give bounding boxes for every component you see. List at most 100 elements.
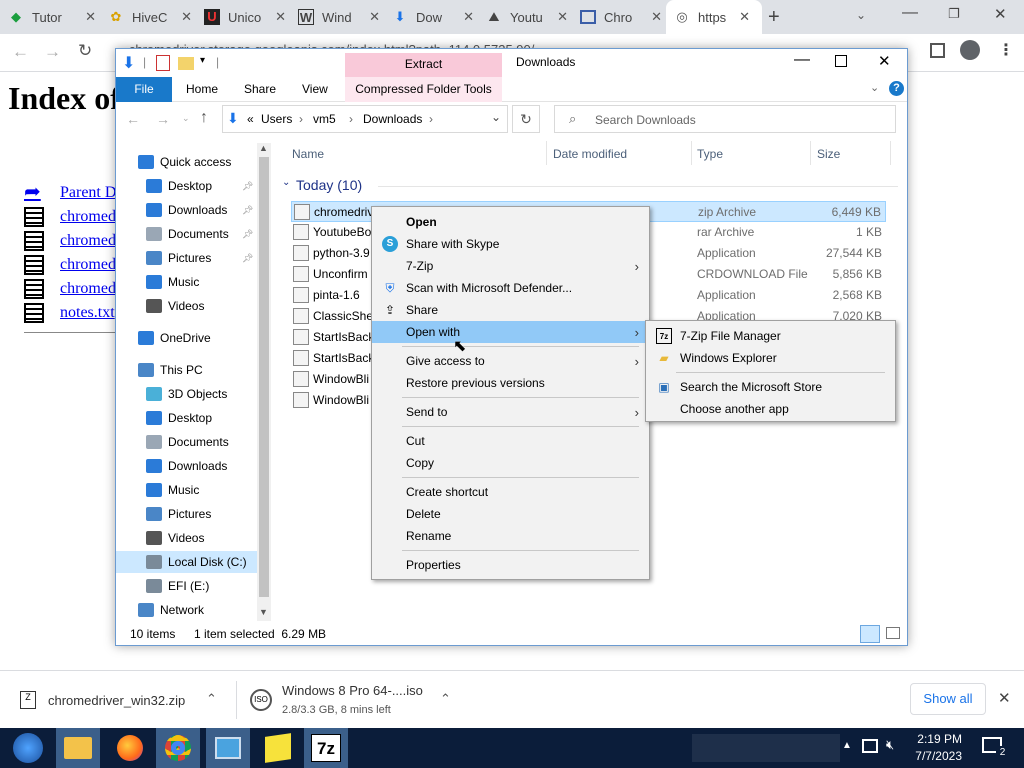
nav-item[interactable]: EFI (E:) bbox=[116, 575, 256, 597]
back-icon[interactable]: ← bbox=[126, 111, 140, 127]
forward-icon[interactable]: → bbox=[156, 111, 170, 127]
chevron-right-icon[interactable]: › bbox=[349, 112, 353, 126]
nav-item[interactable]: Pictures bbox=[116, 503, 256, 525]
menu-item[interactable]: Restore previous versions bbox=[372, 372, 649, 394]
menu-item[interactable]: Choose another app bbox=[646, 398, 895, 420]
show-hidden-icons-icon[interactable]: ▲ bbox=[842, 740, 852, 751]
nav-scrollbar[interactable]: ▲ ▼ bbox=[257, 143, 271, 621]
nav-item[interactable]: Videos bbox=[116, 527, 256, 549]
pin-icon[interactable]: 📌︎ bbox=[242, 181, 253, 192]
nav-item[interactable]: Downloads 📌︎ bbox=[116, 199, 256, 221]
menu-item[interactable]: Cut bbox=[372, 430, 649, 452]
download-item-name[interactable]: Windows 8 Pro 64-....iso bbox=[282, 683, 423, 698]
menu-item[interactable]: Rename bbox=[372, 525, 649, 547]
close-window-button[interactable]: ✕ bbox=[994, 5, 1007, 23]
download-options-chevron-icon[interactable]: ⌃ bbox=[440, 691, 451, 707]
tab-view[interactable]: View bbox=[302, 82, 328, 96]
tab-file[interactable]: File bbox=[116, 77, 172, 102]
menu-item[interactable]: Send to › bbox=[372, 401, 649, 423]
close-downloads-bar-icon[interactable]: ✕ bbox=[998, 689, 1011, 707]
new-folder-icon[interactable] bbox=[178, 57, 194, 70]
details-view-icon[interactable] bbox=[860, 625, 880, 643]
search-input[interactable]: ⌕ Search Downloads bbox=[554, 105, 896, 133]
nav-item[interactable]: Quick access bbox=[116, 151, 256, 173]
nav-item[interactable]: Network bbox=[116, 599, 256, 621]
network-icon[interactable] bbox=[862, 739, 878, 753]
nav-item[interactable]: Pictures 📌︎ bbox=[116, 247, 256, 269]
taskbar-search-area[interactable] bbox=[692, 734, 840, 762]
menu-item[interactable]: Open bbox=[372, 211, 649, 233]
column-date-modified[interactable]: Date modified bbox=[553, 147, 627, 161]
minimize-button[interactable]: — bbox=[902, 4, 918, 22]
menu-kebab-icon[interactable]: ⋮ bbox=[998, 40, 1014, 60]
control-panel-taskbar-icon[interactable] bbox=[206, 728, 250, 768]
pin-icon[interactable]: 📌︎ bbox=[242, 229, 253, 240]
scrollbar-thumb[interactable] bbox=[259, 157, 269, 597]
nav-item[interactable]: Documents 📌︎ bbox=[116, 223, 256, 245]
pin-icon[interactable]: 📌︎ bbox=[242, 253, 253, 264]
menu-item[interactable]: ▰ Windows Explorer bbox=[646, 347, 895, 369]
close-icon[interactable]: ✕ bbox=[463, 9, 474, 25]
show-all-button[interactable]: Show all bbox=[910, 683, 986, 715]
breadcrumb-users[interactable]: Users bbox=[261, 112, 292, 126]
close-icon[interactable]: ✕ bbox=[369, 9, 380, 25]
menu-item[interactable]: ⛨ Scan with Microsoft Defender... bbox=[372, 277, 649, 299]
maximize-button[interactable] bbox=[835, 55, 847, 67]
tab-share[interactable]: Share bbox=[244, 82, 276, 96]
properties-icon[interactable] bbox=[156, 55, 170, 71]
back-icon[interactable]: ← bbox=[12, 42, 29, 62]
chevron-down-icon[interactable]: ⌄ bbox=[491, 110, 501, 124]
close-icon[interactable]: ✕ bbox=[181, 9, 192, 25]
pin-icon[interactable]: 📌︎ bbox=[242, 205, 253, 216]
chevron-right-icon[interactable]: › bbox=[429, 112, 433, 126]
scroll-down-icon[interactable]: ▼ bbox=[259, 607, 268, 617]
column-name[interactable]: Name bbox=[292, 147, 324, 161]
browser-tab[interactable]: W Wind ✕ bbox=[298, 0, 384, 34]
start-button[interactable] bbox=[6, 728, 50, 768]
browser-tab-active[interactable]: ◎ https ✕ bbox=[666, 0, 762, 34]
close-icon[interactable]: ✕ bbox=[739, 9, 750, 25]
forward-icon[interactable]: → bbox=[44, 42, 61, 62]
nav-item[interactable]: Documents bbox=[116, 431, 256, 453]
close-icon[interactable]: ✕ bbox=[557, 9, 568, 25]
profile-icon[interactable] bbox=[960, 40, 980, 60]
reload-icon[interactable]: ↻ bbox=[78, 41, 92, 61]
refresh-icon[interactable]: ↻ bbox=[512, 105, 540, 133]
file-link[interactable]: chromed bbox=[24, 231, 116, 251]
firefox-taskbar-icon[interactable] bbox=[108, 728, 152, 768]
menu-item[interactable]: ▣ Search the Microsoft Store bbox=[646, 376, 895, 398]
menu-item[interactable]: Delete bbox=[372, 503, 649, 525]
up-arrow-icon[interactable]: ↑ bbox=[200, 109, 208, 127]
tab-compressed-folder-tools[interactable]: Compressed Folder Tools bbox=[345, 77, 502, 102]
breadcrumb-overflow[interactable]: « bbox=[247, 112, 254, 126]
close-icon[interactable]: ✕ bbox=[275, 9, 286, 25]
download-options-chevron-icon[interactable]: ⌃ bbox=[206, 691, 217, 707]
clock-time[interactable]: 2:19 PM bbox=[914, 732, 962, 746]
collapse-group-icon[interactable]: ⌄ bbox=[282, 177, 290, 188]
parent-directory-link[interactable]: ➦ Parent D bbox=[24, 182, 116, 203]
browser-tab[interactable]: ⬇ Dow ✕ bbox=[392, 0, 478, 34]
tab-home[interactable]: Home bbox=[186, 82, 218, 96]
browser-tab[interactable]: U Unico ✕ bbox=[204, 0, 290, 34]
clock-date[interactable]: 7/7/2023 bbox=[914, 749, 962, 763]
file-link[interactable]: chromed bbox=[24, 279, 116, 299]
nav-item[interactable]: Downloads bbox=[116, 455, 256, 477]
nav-item[interactable]: Music bbox=[116, 479, 256, 501]
sticky-notes-taskbar-icon[interactable] bbox=[256, 728, 300, 768]
group-header[interactable]: Today (10) bbox=[296, 177, 362, 193]
close-button[interactable]: ✕ bbox=[878, 52, 891, 70]
scroll-up-icon[interactable]: ▲ bbox=[259, 143, 268, 153]
nav-item[interactable]: Desktop 📌︎ bbox=[116, 175, 256, 197]
nav-item[interactable]: Local Disk (C:) bbox=[116, 551, 258, 573]
menu-item[interactable]: 7z 7-Zip File Manager bbox=[646, 325, 895, 347]
restore-button[interactable]: ❐ bbox=[948, 6, 960, 22]
close-icon[interactable]: ✕ bbox=[85, 9, 96, 25]
new-tab-button[interactable]: + bbox=[768, 6, 780, 29]
nav-item[interactable]: OneDrive bbox=[116, 327, 256, 349]
close-icon[interactable]: ✕ bbox=[651, 9, 662, 25]
column-type[interactable]: Type bbox=[697, 147, 723, 161]
menu-item[interactable]: ⇪ Share bbox=[372, 299, 649, 321]
nav-item[interactable]: This PC bbox=[116, 359, 256, 381]
file-link[interactable]: chromed bbox=[24, 255, 116, 275]
file-link[interactable]: notes.txt bbox=[24, 303, 115, 323]
